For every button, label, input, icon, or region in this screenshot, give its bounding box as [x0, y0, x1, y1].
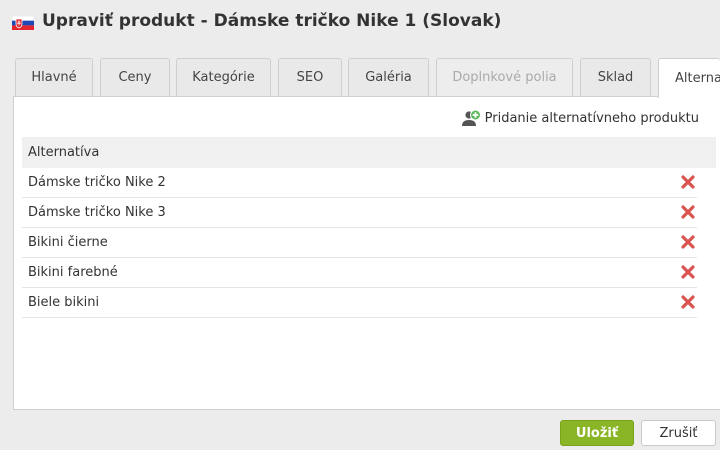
- tab-kategorie[interactable]: Kategórie: [176, 58, 271, 96]
- table-row: Biele bikini: [22, 288, 697, 318]
- tab-doplnkove-polia[interactable]: Doplnkové polia: [436, 58, 573, 96]
- add-alternative-label: Pridanie alternatívneho produktu: [484, 110, 699, 126]
- delete-icon[interactable]: [681, 205, 695, 219]
- window-title: Upraviť produkt - Dámske tričko Nike 1 (…: [42, 11, 502, 31]
- add-alternative-link[interactable]: Pridanie alternatívneho produktu: [461, 109, 699, 127]
- tab-hlavne[interactable]: Hlavné: [15, 58, 93, 96]
- tab-sklad[interactable]: Sklad: [580, 58, 651, 96]
- tab-panel: Pridanie alternatívneho produktu Alterna…: [13, 96, 720, 410]
- row-name: Biele bikini: [28, 295, 100, 310]
- save-button[interactable]: Uložiť: [560, 420, 634, 446]
- delete-icon[interactable]: [681, 295, 695, 309]
- delete-icon[interactable]: [681, 235, 695, 249]
- table-row: Bikini farebné: [22, 258, 697, 288]
- delete-icon[interactable]: [681, 175, 695, 189]
- tab-galeria[interactable]: Galéria: [348, 58, 429, 96]
- table-row: Dámske tričko Nike 2: [22, 168, 697, 198]
- tab-alternativy[interactable]: Alterna: [658, 58, 720, 98]
- slovak-flag-icon: [12, 16, 34, 30]
- table-row: Dámske tričko Nike 3: [22, 198, 697, 228]
- column-header-alternativa: Alternatíva: [22, 137, 716, 168]
- table-row: Bikini čierne: [22, 228, 697, 258]
- tab-seo[interactable]: SEO: [278, 58, 342, 96]
- row-name: Bikini čierne: [28, 235, 108, 250]
- delete-icon[interactable]: [681, 265, 695, 279]
- tab-ceny[interactable]: Ceny: [100, 58, 170, 96]
- row-name: Dámske tričko Nike 2: [28, 175, 166, 190]
- title-bar: Upraviť produkt - Dámske tričko Nike 1 (…: [0, 0, 720, 44]
- row-name: Bikini farebné: [28, 265, 118, 280]
- cancel-button[interactable]: Zrušiť: [641, 420, 716, 446]
- row-name: Dámske tričko Nike 3: [28, 205, 166, 220]
- add-user-icon: [461, 109, 481, 126]
